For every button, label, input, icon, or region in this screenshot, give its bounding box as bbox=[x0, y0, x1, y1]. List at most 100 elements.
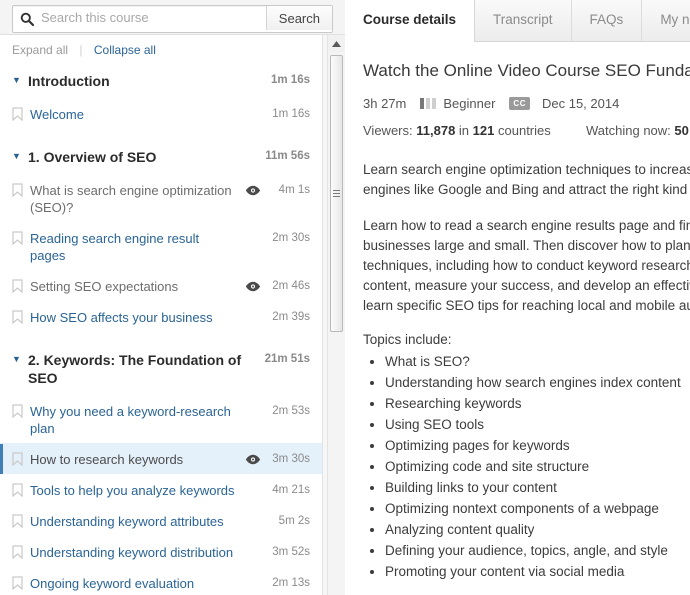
course-description-paragraph-1: Learn search engine optimization techniq… bbox=[363, 162, 690, 197]
watched-eye-icon bbox=[242, 278, 264, 292]
topic-list-item: Optimizing pages for keywords bbox=[385, 435, 690, 456]
table-of-contents-region: Expand all | Collapse all ▼ Introduction 1… bbox=[0, 35, 345, 595]
tab-faqs[interactable]: FAQs bbox=[571, 0, 643, 41]
toc-lesson-duration: 2m 53s bbox=[272, 405, 310, 417]
sidebar-scrollbar[interactable] bbox=[327, 35, 345, 595]
topic-list-item: Using SEO tools bbox=[385, 414, 690, 435]
topic-list-item: Optimizing code and site structure bbox=[385, 456, 690, 477]
topic-list-item: What is SEO? bbox=[385, 351, 690, 372]
course-duration: 3h 27m bbox=[363, 96, 407, 111]
topic-list-item: Analyzing content quality bbox=[385, 519, 690, 540]
toc-lesson-title: Reading search engine result pages bbox=[30, 231, 200, 263]
toc-section-gap bbox=[0, 332, 322, 342]
toc-list: ▼ Introduction 1m 16s Welcome 1m 16s ▼ 1. Over… bbox=[0, 63, 322, 595]
table-of-contents-card: Expand all | Collapse all ▼ Introduction 1… bbox=[0, 35, 323, 595]
toc-lesson-duration: 2m 46s bbox=[272, 280, 310, 292]
toc-lesson-duration: 2m 13s bbox=[272, 577, 310, 589]
tab-transcript[interactable]: Transcript bbox=[475, 0, 572, 41]
toc-lesson-duration: 3m 52s bbox=[272, 546, 310, 558]
tab-my-notes[interactable]: My notes bbox=[642, 0, 690, 41]
bookmark-icon[interactable] bbox=[12, 513, 30, 528]
search-button[interactable]: Search bbox=[265, 6, 332, 30]
toc-lesson-title: Setting SEO expectations bbox=[30, 279, 179, 294]
watching-now-count: 50 bbox=[674, 123, 689, 138]
chevron-down-icon[interactable]: ▼ bbox=[12, 72, 28, 85]
topic-list-item: Understanding how search engines index c… bbox=[385, 372, 690, 393]
course-details-content: Watch the Online Video Course SEO Fundam… bbox=[345, 42, 690, 595]
toc-section-header[interactable]: ▼ 1. Overview of SEO 11m 56s bbox=[0, 139, 322, 174]
course-release-date: Dec 15, 2014 bbox=[541, 96, 620, 111]
toc-lesson-duration: 1m 16s bbox=[272, 108, 310, 120]
search-field-wrapper[interactable]: Search bbox=[12, 5, 333, 33]
detail-tabs: Course detailsTranscriptFAQsMy notes bbox=[345, 0, 690, 42]
scrollbar-thumb[interactable] bbox=[330, 55, 343, 332]
toc-lesson-item[interactable]: What is search engine optimization (SEO)… bbox=[0, 174, 322, 222]
bookmark-icon[interactable] bbox=[12, 309, 30, 324]
toc-lesson-item[interactable]: Welcome 1m 16s bbox=[0, 98, 322, 129]
bookmark-icon[interactable] bbox=[12, 278, 30, 293]
bookmark-icon[interactable] bbox=[12, 230, 30, 245]
search-icon bbox=[13, 6, 41, 32]
toc-lesson-item[interactable]: Why you need a keyword-research plan 2m 5… bbox=[0, 395, 322, 443]
course-sidebar: Search Expand all | Collapse all ▼Introd… bbox=[0, 0, 345, 595]
toc-lesson-title: Ongoing keyword evaluation bbox=[30, 576, 195, 591]
toc-expand-collapse-actions: Expand all | Collapse all bbox=[0, 35, 322, 63]
toc-section-title: 2. Keywords: The Foundation of SEO bbox=[28, 352, 242, 386]
course-level: Beginner bbox=[443, 96, 496, 111]
tab-course-details[interactable]: Course details bbox=[345, 0, 476, 42]
toc-action-separator: | bbox=[79, 43, 83, 57]
toc-section-title: Introduction bbox=[28, 73, 110, 89]
bookmark-icon[interactable] bbox=[12, 575, 30, 590]
toc-lesson-duration: 2m 39s bbox=[272, 311, 310, 323]
skill-level-bars-icon bbox=[420, 98, 437, 109]
watched-eye-icon bbox=[242, 182, 264, 196]
bookmark-icon[interactable] bbox=[12, 451, 30, 466]
course-description-paragraph-2: Learn how to read a search engine result… bbox=[363, 218, 690, 313]
topic-list-item: Promoting your content via social media bbox=[385, 561, 690, 582]
watching-now-label: Watching now: bbox=[586, 123, 671, 138]
search-input[interactable] bbox=[41, 6, 266, 30]
bookmark-icon[interactable] bbox=[12, 106, 30, 121]
scroll-up-arrow-icon[interactable] bbox=[328, 35, 345, 52]
toc-lesson-item[interactable]: Tools to help you analyze keywords 4m 21s bbox=[0, 474, 322, 505]
toc-lesson-title: Tools to help you analyze keywords bbox=[30, 483, 235, 498]
chevron-down-icon[interactable]: ▼ bbox=[12, 351, 28, 364]
course-stats-row: Viewers: 11,878 in 121 countries Watchin… bbox=[363, 123, 690, 138]
toc-lesson-duration: 5m 2s bbox=[278, 515, 310, 527]
toc-lesson-duration: 4m 1s bbox=[278, 184, 310, 196]
toc-lesson-title: Why you need a keyword-research plan bbox=[30, 404, 231, 436]
toc-lesson-item[interactable]: Understanding keyword attributes 5m 2s bbox=[0, 505, 322, 536]
course-player-page: Search Expand all | Collapse all ▼Introd… bbox=[0, 0, 690, 595]
expand-all-link[interactable]: Expand all bbox=[12, 43, 68, 57]
toc-lesson-item[interactable]: How SEO affects your business 2m 39s bbox=[0, 301, 322, 332]
viewers-count: 11,878 bbox=[416, 123, 456, 138]
course-search-bar: Search bbox=[0, 0, 345, 35]
toc-lesson-duration: 2m 30s bbox=[272, 232, 310, 244]
toc-lesson-item[interactable]: How to research keywords 3m 30s bbox=[0, 443, 322, 474]
toc-section-gap bbox=[0, 129, 322, 139]
toc-lesson-item[interactable]: Setting SEO expectations 2m 46s bbox=[0, 270, 322, 301]
viewers-label: Viewers: bbox=[363, 123, 413, 138]
toc-lesson-item[interactable]: Ongoing keyword evaluation 2m 13s bbox=[0, 567, 322, 595]
bookmark-icon[interactable] bbox=[12, 482, 30, 497]
toc-lesson-item[interactable]: Reading search engine result pages 2m 30s bbox=[0, 222, 322, 270]
closed-captions-icon: CC bbox=[509, 97, 530, 110]
bookmark-icon[interactable] bbox=[12, 544, 30, 559]
toc-lesson-title: Understanding keyword distribution bbox=[30, 545, 234, 560]
course-detail-panel: Course detailsTranscriptFAQsMy notes Wat… bbox=[345, 0, 690, 595]
toc-section-header[interactable]: ▼ Introduction 1m 16s bbox=[0, 63, 322, 98]
bookmark-icon[interactable] bbox=[12, 403, 30, 418]
page-title: Watch the Online Video Course SEO Fundam… bbox=[363, 61, 690, 80]
topic-list-item: Defining your audience, topics, angle, a… bbox=[385, 540, 690, 561]
topics-include-label: Topics include: bbox=[363, 332, 452, 347]
bookmark-icon[interactable] bbox=[12, 182, 30, 197]
toc-lesson-title: Understanding keyword attributes bbox=[30, 514, 224, 529]
collapse-all-link[interactable]: Collapse all bbox=[94, 43, 156, 57]
chevron-down-icon[interactable]: ▼ bbox=[12, 148, 28, 161]
toc-section-duration: 1m 16s bbox=[270, 74, 310, 86]
toc-lesson-title: What is search engine optimization (SEO)… bbox=[30, 183, 232, 215]
toc-lesson-title: How to research keywords bbox=[30, 452, 184, 467]
toc-section-header[interactable]: ▼ 2. Keywords: The Foundation of SEO 21m 5… bbox=[0, 342, 322, 395]
topics-list: What is SEO?Understanding how search eng… bbox=[363, 351, 690, 582]
toc-lesson-item[interactable]: Understanding keyword distribution 3m 52s bbox=[0, 536, 322, 567]
